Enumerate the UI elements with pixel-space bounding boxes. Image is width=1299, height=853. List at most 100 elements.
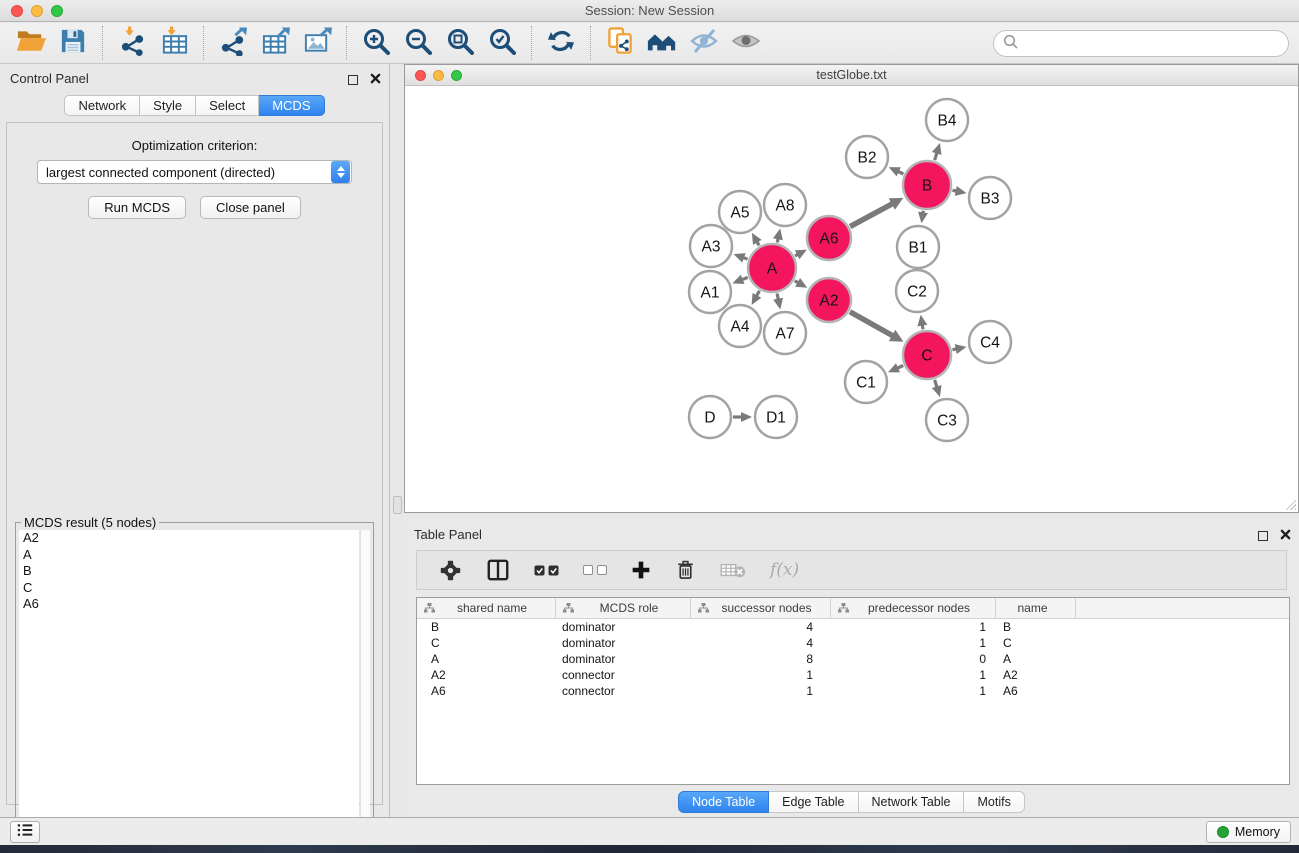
table-cell[interactable]: A2 [417,668,556,682]
show-all-button[interactable] [725,25,767,61]
graph-arrowhead-A-A1 [732,275,744,284]
result-item-A[interactable]: A [19,547,359,564]
graph-node-label-D1: D1 [766,410,786,427]
table-cell[interactable]: C [417,636,556,650]
graph-edge-C-C1 [897,366,903,369]
table-cell[interactable]: 1 [831,668,996,682]
table-settings-button[interactable] [439,559,462,582]
zoom-in-button[interactable] [355,25,397,61]
save-session-button[interactable] [52,25,94,61]
result-item-C[interactable]: C [19,580,359,597]
zoom-out-button[interactable] [397,25,439,61]
graph-node-label-B: B [922,178,932,195]
zoom-out-icon [404,27,432,60]
column-header-name[interactable]: name [996,598,1076,618]
table-cell[interactable]: dominator [556,620,691,634]
tab-motifs[interactable]: Motifs [964,791,1024,813]
table-cell[interactable]: A [417,652,556,666]
hide-selected-button[interactable] [683,25,725,61]
table-cell[interactable]: 1 [691,668,831,682]
column-header-MCDS-role[interactable]: MCDS role [556,598,691,618]
table-cell[interactable]: A2 [996,668,1076,682]
select-all-columns-button[interactable] [534,565,559,576]
result-item-A6[interactable]: A6 [19,596,359,613]
task-history-button[interactable] [10,821,40,843]
column-type-icon [424,603,435,613]
status-bar: Memory [0,817,1299,845]
clone-network-button[interactable] [599,25,641,61]
delete-column-button[interactable] [675,559,696,581]
tab-select[interactable]: Select [196,95,259,116]
table-row-B[interactable]: Bdominator41B [417,619,1289,635]
table-row-A2[interactable]: A2connector11A2 [417,667,1289,683]
table-cell[interactable]: A6 [996,684,1076,698]
table-cell[interactable]: 1 [691,684,831,698]
table-cell[interactable]: connector [556,668,691,682]
table-cell[interactable]: 0 [831,652,996,666]
tab-edge-table[interactable]: Edge Table [769,791,858,813]
result-item-A2[interactable]: A2 [19,530,359,547]
export-image-button[interactable] [296,25,338,61]
deselect-all-columns-button[interactable] [583,565,607,575]
table-row-C[interactable]: Cdominator41C [417,635,1289,651]
float-table-panel-icon[interactable] [1258,531,1268,541]
table-cell[interactable]: dominator [556,636,691,650]
network-window-titlebar[interactable]: testGlobe.txt [405,65,1298,86]
tab-node-table[interactable]: Node Table [678,791,769,813]
graph-arrowhead-A-A7 [773,298,783,310]
table-row-A6[interactable]: A6connector11A6 [417,683,1289,699]
optimization-criterion-label: Optimization criterion: [7,138,382,153]
float-panel-icon[interactable] [348,75,358,85]
run-mcds-button[interactable]: Run MCDS [88,196,186,219]
column-header-successor-nodes[interactable]: successor nodes [691,598,831,618]
zoom-fit-button[interactable] [439,25,481,61]
clone-network-icon [606,26,635,61]
toolbar-separator [531,26,532,60]
close-panel-icon[interactable] [370,71,381,89]
first-neighbors-button[interactable] [641,25,683,61]
close-table-panel-icon[interactable] [1280,527,1291,545]
column-header-predecessor-nodes[interactable]: predecessor nodes [831,598,996,618]
open-session-button[interactable] [10,25,52,61]
memory-button[interactable]: Memory [1206,821,1291,843]
table-cell[interactable]: A6 [417,684,556,698]
column-header-shared-name[interactable]: shared name [417,598,556,618]
import-table-button[interactable] [153,25,195,61]
table-cell[interactable]: 8 [691,652,831,666]
toolbar-separator [590,26,591,60]
tab-mcds[interactable]: MCDS [259,95,324,116]
export-table-button[interactable] [254,25,296,61]
table-cell[interactable]: 1 [831,636,996,650]
import-network-button[interactable] [111,25,153,61]
table-cell[interactable]: connector [556,684,691,698]
zoom-selected-button[interactable] [481,25,523,61]
graph-node-label-C3: C3 [937,413,957,430]
table-cell[interactable]: A [996,652,1076,666]
table-row-A[interactable]: Adominator80A [417,651,1289,667]
table-cell[interactable]: B [996,620,1076,634]
column-view-button[interactable] [486,558,510,582]
search-input[interactable] [1023,34,1288,54]
table-cell[interactable]: 4 [691,636,831,650]
export-network-button[interactable] [212,25,254,61]
table-cell[interactable]: 4 [691,620,831,634]
result-list-scrollbar[interactable] [360,530,370,853]
table-cell[interactable]: 1 [831,684,996,698]
add-column-button[interactable] [631,560,651,580]
table-cell[interactable]: 1 [831,620,996,634]
result-item-B[interactable]: B [19,563,359,580]
network-canvas-svg: B4B2BB3A8A5A6A3B1AC2A1A2A4A7C4CC1DD1C3 [405,86,1298,512]
tab-network-table[interactable]: Network Table [859,791,965,813]
close-panel-button[interactable]: Close panel [200,196,301,219]
criterion-dropdown[interactable]: largest connected component (directed) [37,160,352,184]
network-canvas[interactable]: B4B2BB3A8A5A6A3B1AC2A1A2A4A7C4CC1DD1C3 [405,86,1298,512]
tab-style[interactable]: Style [140,95,196,116]
table-panel: Table Panel f(x) shared nameMCDS rolesuc… [404,521,1299,817]
table-cell[interactable]: B [417,620,556,634]
vertical-splitter-grip[interactable] [393,496,402,514]
table-cell[interactable]: dominator [556,652,691,666]
tab-network[interactable]: Network [64,95,140,116]
refresh-layout-button[interactable] [540,25,582,61]
table-cell[interactable]: C [996,636,1076,650]
zoom-fit-icon [446,27,474,60]
